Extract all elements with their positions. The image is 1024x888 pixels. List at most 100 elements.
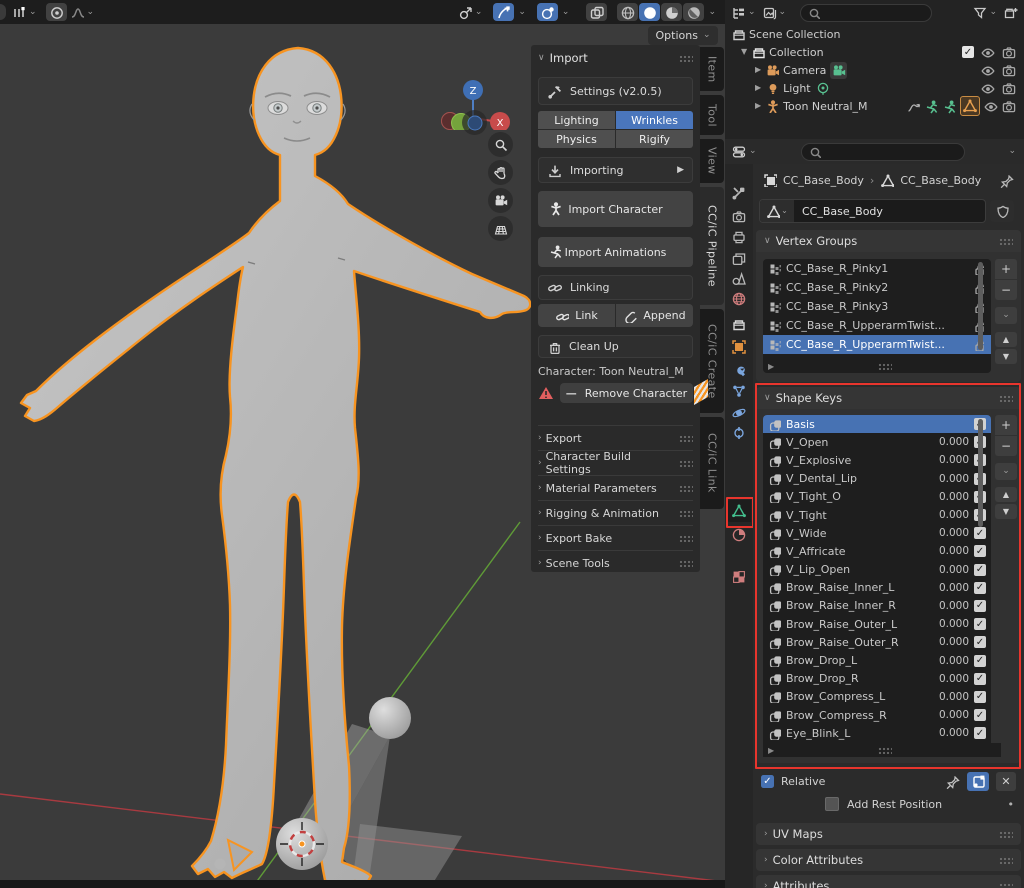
display-mode-dropdown[interactable]: ⌄ bbox=[731, 5, 756, 20]
collapsed-panel-header[interactable]: › Color Attributes bbox=[756, 849, 1021, 871]
hide-eye-icon[interactable] bbox=[980, 63, 995, 78]
shape-key-row[interactable]: V_Open 0.000 ✓ bbox=[763, 433, 991, 451]
toggle-wrinkles[interactable]: Wrinkles bbox=[616, 111, 693, 129]
character-mesh[interactable] bbox=[21, 48, 530, 888]
shape-key-mute-checkbox[interactable]: ✓ bbox=[974, 600, 986, 612]
vertex-group-specials-menu[interactable]: ⌄ bbox=[995, 307, 1017, 324]
new-collection-button[interactable] bbox=[1003, 5, 1018, 20]
outliner-filter-dropdown[interactable]: ⌄ bbox=[972, 5, 997, 20]
shape-key-row[interactable]: Brow_Raise_Outer_L 0.000 ✓ bbox=[763, 615, 991, 633]
shape-key-value[interactable]: 0.000 bbox=[931, 655, 969, 667]
toggle-physics[interactable]: Physics bbox=[538, 130, 615, 148]
remove-shape-key-button[interactable]: − bbox=[995, 436, 1017, 456]
shading-dropdown[interactable]: ⌄ bbox=[705, 3, 719, 21]
outliner-row-light[interactable]: ▶ Light bbox=[725, 79, 1024, 97]
pin-icon[interactable] bbox=[945, 774, 960, 789]
vertex-group-row[interactable]: CC_Base_R_UpperarmTwist... bbox=[763, 335, 991, 354]
collapsed-panel-header[interactable]: › Attributes bbox=[756, 875, 1021, 888]
show-gizmos-toggle[interactable] bbox=[586, 3, 607, 21]
linking-button[interactable]: Linking bbox=[538, 275, 693, 300]
tab-tool-properties[interactable] bbox=[727, 182, 751, 204]
editor-type-dropdown[interactable]: ⌄ bbox=[725, 144, 757, 160]
shape-key-value[interactable]: 0.000 bbox=[931, 709, 969, 721]
vertex-group-row[interactable]: CC_Base_R_Pinky1 bbox=[763, 259, 991, 278]
render-visibility-icon[interactable] bbox=[1001, 99, 1016, 114]
pan-tool-button[interactable] bbox=[488, 160, 513, 185]
proportional-editing-toggle[interactable] bbox=[46, 3, 67, 21]
shape-key-specials-menu[interactable]: ⌄ bbox=[995, 463, 1017, 480]
relative-checkbox[interactable]: ✓ bbox=[761, 775, 774, 788]
shape-key-row[interactable]: Basis ✓ bbox=[763, 415, 991, 433]
expand-arrow-icon[interactable]: ▶ bbox=[768, 362, 774, 371]
shape-key-mute-checkbox[interactable]: ✓ bbox=[974, 618, 986, 630]
import-character-button[interactable]: Import Character bbox=[538, 191, 693, 227]
list-resize-grip[interactable] bbox=[878, 747, 892, 754]
shape-key-value[interactable]: 0.000 bbox=[931, 436, 969, 448]
shape-key-mute-checkbox[interactable]: ✓ bbox=[974, 564, 986, 576]
tab-world-properties[interactable] bbox=[727, 288, 751, 310]
render-visibility-icon[interactable] bbox=[1001, 45, 1016, 60]
shading-material-button[interactable] bbox=[661, 3, 682, 21]
shape-keys-list[interactable]: Basis ✓ V_Open 0.000 ✓ bbox=[763, 415, 991, 757]
id-type-icon[interactable]: ⌄ bbox=[760, 200, 794, 222]
shape-key-edit-mode-button[interactable] bbox=[967, 772, 989, 791]
tab-item[interactable]: Item bbox=[700, 47, 724, 91]
shape-key-value[interactable]: 0.000 bbox=[931, 527, 969, 539]
shape-key-row[interactable]: Brow_Raise_Inner_L 0.000 ✓ bbox=[763, 579, 991, 597]
clean-up-button[interactable]: Clean Up bbox=[538, 335, 693, 358]
tab-tool[interactable]: Tool bbox=[700, 95, 724, 135]
toggle-rigify[interactable]: Rigify bbox=[616, 130, 693, 148]
shape-key-value[interactable]: 0.000 bbox=[931, 727, 969, 739]
panel-grip[interactable] bbox=[679, 55, 693, 62]
collapsed-panel-header[interactable]: › Export bbox=[538, 425, 693, 450]
shape-key-row[interactable]: V_Tight 0.000 ✓ bbox=[763, 506, 991, 524]
vertex-groups-scrollbar[interactable] bbox=[978, 262, 983, 350]
chevron-down-icon[interactable]: ⌄ bbox=[1008, 147, 1024, 156]
render-visibility-icon[interactable] bbox=[1001, 63, 1016, 78]
expand-arrow-icon[interactable]: ▶ bbox=[755, 66, 761, 74]
expand-arrow-icon[interactable]: ▶ bbox=[755, 102, 761, 110]
shape-key-row[interactable]: Brow_Compress_L 0.000 ✓ bbox=[763, 688, 991, 706]
filter-id-dropdown[interactable]: ⌄ bbox=[762, 5, 787, 20]
tab-viewlayer-properties[interactable] bbox=[727, 248, 751, 270]
shape-key-row[interactable]: Eye_Blink_L 0.000 ✓ bbox=[763, 724, 991, 742]
shape-key-value[interactable]: 0.000 bbox=[931, 545, 969, 557]
shape-key-value[interactable]: 0.000 bbox=[931, 454, 969, 466]
hide-eye-icon[interactable] bbox=[983, 99, 998, 114]
outliner-row-collection[interactable]: ▼ Collection ✓ bbox=[725, 43, 1024, 61]
sphere-object[interactable] bbox=[369, 697, 411, 739]
clipped-control[interactable] bbox=[0, 4, 6, 20]
decorator-dot[interactable]: • bbox=[1008, 798, 1024, 811]
tab-ccic-link[interactable]: CC/iC Link bbox=[700, 417, 724, 509]
outliner-search-input[interactable] bbox=[800, 4, 932, 22]
add-vertex-group-button[interactable]: + bbox=[995, 259, 1017, 279]
shape-key-mute-checkbox[interactable]: ✓ bbox=[974, 545, 986, 557]
shape-key-row[interactable]: Brow_Drop_L 0.000 ✓ bbox=[763, 651, 991, 669]
remove-vertex-group-button[interactable]: − bbox=[995, 280, 1017, 300]
collapsed-panel-header[interactable]: › Material Parameters bbox=[538, 475, 693, 500]
tab-ccic-pipeline[interactable]: CC/iC Pipeline bbox=[700, 187, 724, 305]
shape-key-value[interactable]: 0.000 bbox=[931, 673, 969, 685]
panel-grip[interactable] bbox=[679, 435, 693, 442]
move-up-button[interactable]: ▲ bbox=[995, 332, 1017, 347]
shape-key-row[interactable]: Brow_Raise_Inner_R 0.000 ✓ bbox=[763, 597, 991, 615]
shape-key-mute-checkbox[interactable]: ✓ bbox=[974, 582, 986, 594]
shape-key-value[interactable]: 0.000 bbox=[931, 618, 969, 630]
import-panel-header[interactable]: ∨ Import bbox=[538, 51, 693, 65]
shape-key-mute-checkbox[interactable]: ✓ bbox=[974, 727, 986, 739]
shape-key-value[interactable]: 0.000 bbox=[931, 491, 969, 503]
add-shape-key-button[interactable]: + bbox=[995, 415, 1017, 435]
clear-shape-keys-button[interactable]: ✕ bbox=[996, 772, 1016, 791]
breadcrumb-object[interactable]: CC_Base_Body bbox=[783, 174, 864, 187]
importing-button[interactable]: Importing ▶ bbox=[538, 157, 693, 183]
outliner-row-scene-collection[interactable]: Scene Collection bbox=[725, 25, 1024, 43]
vertex-group-row[interactable]: CC_Base_R_Pinky3 bbox=[763, 297, 991, 316]
render-visibility-icon[interactable] bbox=[1001, 81, 1016, 96]
expand-arrow-icon[interactable]: ▶ bbox=[768, 746, 774, 755]
shape-key-mute-checkbox[interactable]: ✓ bbox=[974, 673, 986, 685]
outliner-row-camera[interactable]: ▶ Camera bbox=[725, 61, 1024, 79]
tab-constraint-properties[interactable] bbox=[727, 422, 751, 444]
tab-scene-properties[interactable] bbox=[727, 268, 751, 290]
perspective-toggle-button[interactable] bbox=[488, 216, 513, 241]
shading-wireframe-button[interactable] bbox=[617, 3, 638, 21]
